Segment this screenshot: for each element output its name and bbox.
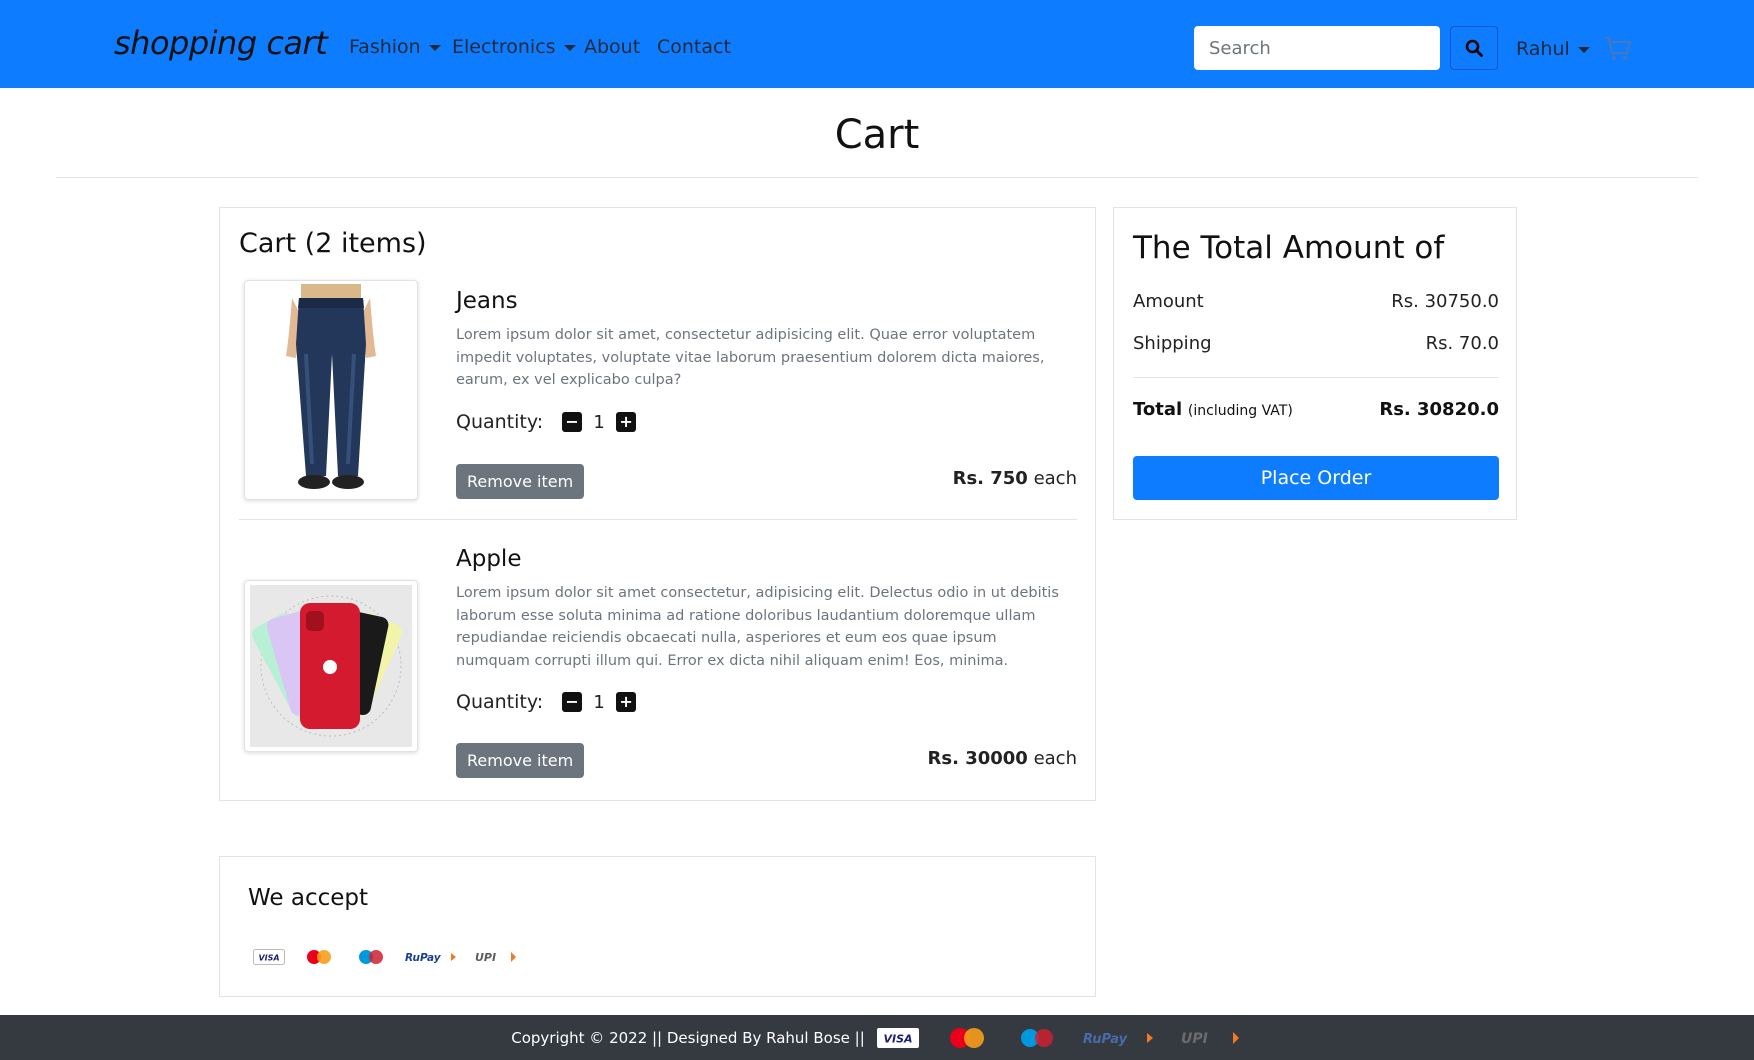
item-description: Lorem ipsum dolor sit amet, consectetur … <box>456 327 1045 388</box>
upi-logo-text: UPI <box>1181 1031 1208 1047</box>
caret-down-icon <box>428 44 441 51</box>
shipping-row: Shipping Rs. 70.0 <box>1133 333 1499 354</box>
nav-item-electronics[interactable]: Electronics <box>452 36 576 58</box>
payment-methods-card: We accept VISA RuPay UPI <box>219 856 1096 997</box>
phone-image <box>250 585 412 747</box>
item-name: Apple <box>456 546 522 572</box>
rupay-logo-text: RuPay <box>405 952 442 964</box>
rupay-icon: RuPay <box>1083 1032 1153 1047</box>
rupay-icon: RuPay <box>405 952 456 964</box>
quantity-label: Quantity: <box>456 691 544 713</box>
amount-value: Rs. 30750.0 <box>1391 291 1499 312</box>
divider <box>239 519 1077 520</box>
amount-row: Amount Rs. 30750.0 <box>1133 291 1499 312</box>
item-price: Rs. 750 each <box>953 468 1077 489</box>
accept-heading: We accept <box>248 885 369 911</box>
quantity-label: Quantity: <box>456 411 544 433</box>
total-note: (including VAT) <box>1187 403 1293 419</box>
summary-heading: The Total Amount of <box>1133 230 1445 266</box>
shipping-value: Rs. 70.0 <box>1425 333 1499 354</box>
navbar: shopping cart Fashion Electronics About … <box>0 0 1754 88</box>
mastercard-icon <box>949 1027 984 1048</box>
quantity-stepper: Quantity: − 1 + <box>456 411 637 433</box>
place-order-button[interactable]: Place Order <box>1133 456 1499 500</box>
cart-icon[interactable] <box>1604 36 1632 62</box>
plus-icon[interactable]: + <box>616 692 637 712</box>
payment-methods: VISA RuPay UPI <box>253 949 521 965</box>
quantity-value: 1 <box>593 691 605 713</box>
product-image-jeans <box>244 280 418 500</box>
search-button[interactable] <box>1450 26 1498 70</box>
price-value: Rs. 30000 <box>927 748 1028 769</box>
quantity-stepper: Quantity: − 1 + <box>456 691 637 713</box>
product-image-apple <box>244 580 418 752</box>
total-row: Total (including VAT) Rs. 30820.0 <box>1133 399 1499 420</box>
page-title: Cart <box>834 112 920 158</box>
cart-item: Jeans Lorem ipsum dolor sit amet, consec… <box>239 278 1077 518</box>
search-input[interactable] <box>1194 26 1440 70</box>
price-unit: each <box>1033 468 1077 489</box>
nav-item-about[interactable]: About <box>584 36 640 58</box>
visa-icon: VISA <box>253 949 285 965</box>
footer-payment-methods: VISA RuPay UPI <box>876 1027 1243 1049</box>
plus-icon[interactable]: + <box>616 412 637 432</box>
total-label: Total <box>1133 399 1183 420</box>
cart-heading: Cart (2 items) <box>239 228 427 259</box>
upi-icon: UPI <box>1181 1031 1239 1047</box>
upi-icon: UPI <box>475 951 516 964</box>
rupay-logo-text: RuPay <box>1083 1032 1128 1047</box>
maestro-icon <box>359 950 383 964</box>
minus-icon[interactable]: − <box>562 692 583 712</box>
price-value: Rs. 750 <box>952 468 1028 489</box>
remove-item-button[interactable]: Remove item <box>456 464 585 499</box>
remove-item-button[interactable]: Remove item <box>456 743 585 778</box>
footer-copyright: Copyright © 2022 || Designed By Rahul Bo… <box>511 1028 865 1047</box>
user-menu[interactable]: Rahul <box>1516 38 1590 60</box>
nav-item-label: Fashion <box>349 36 421 58</box>
cart-item: Apple Lorem ipsum dolor sit amet consect… <box>239 538 1077 788</box>
brand-logo[interactable]: shopping cart <box>114 24 328 62</box>
order-summary-card: The Total Amount of Amount Rs. 30750.0 S… <box>1113 207 1517 520</box>
visa-logo-text: VISA <box>258 954 279 963</box>
amount-label: Amount <box>1133 291 1204 312</box>
maestro-icon <box>1020 1028 1053 1047</box>
item-price: Rs. 30000 each <box>928 748 1077 769</box>
visa-logo-text: VISA <box>883 1032 912 1045</box>
nav-item-contact[interactable]: Contact <box>657 36 731 58</box>
item-description: Lorem ipsum dolor sit amet consectetur, … <box>456 585 1059 669</box>
total-value: Rs. 30820.0 <box>1379 399 1499 420</box>
nav-item-label: Electronics <box>452 36 556 58</box>
divider <box>56 177 1698 178</box>
caret-down-icon <box>1577 46 1590 53</box>
shipping-label: Shipping <box>1133 333 1212 354</box>
minus-icon[interactable]: − <box>562 412 583 432</box>
cart-card: Cart (2 items) Jeans Lorem ipsum dolor s… <box>219 207 1096 801</box>
quantity-value: 1 <box>593 411 605 433</box>
caret-down-icon <box>563 44 576 51</box>
mastercard-icon <box>307 950 331 964</box>
search-icon <box>1465 39 1483 57</box>
upi-logo-text: UPI <box>475 951 496 964</box>
nav-item-fashion[interactable]: Fashion <box>349 36 441 58</box>
jeans-image <box>286 284 376 489</box>
item-name: Jeans <box>456 288 518 314</box>
footer: Copyright © 2022 || Designed By Rahul Bo… <box>0 1015 1754 1060</box>
price-unit: each <box>1033 748 1077 769</box>
visa-icon: VISA <box>876 1027 919 1048</box>
divider <box>1133 377 1499 378</box>
user-name: Rahul <box>1516 38 1570 60</box>
